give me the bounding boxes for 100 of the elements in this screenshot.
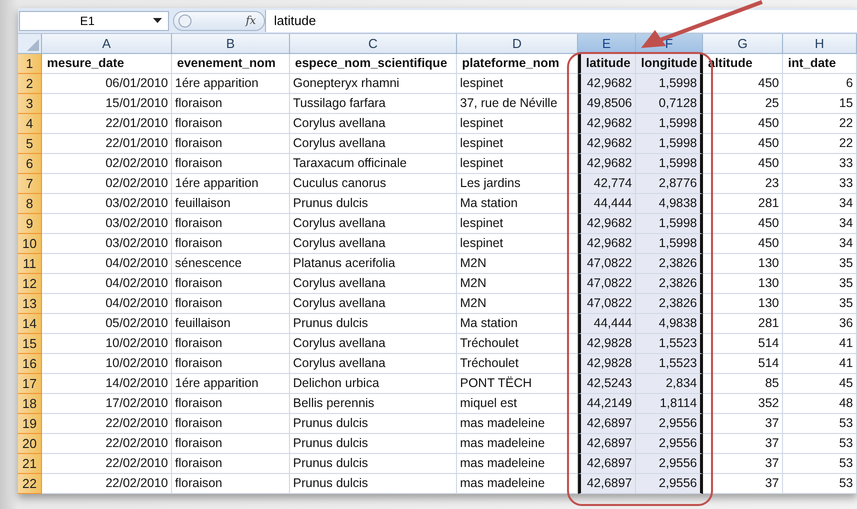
row-header[interactable]: 10 [18,234,42,254]
table-cell: Corylus avellana [290,274,457,294]
formula-field[interactable]: latitude [265,10,857,32]
table-cell: 42,9828 [578,354,636,374]
row-header[interactable]: 3 [18,94,42,114]
table-cell: 02/02/2010 [42,154,172,174]
table-cell: 03/02/2010 [42,214,172,234]
table-cell: 37 [703,434,783,454]
row-header[interactable]: 8 [18,194,42,214]
table-cell: 1ére apparition [172,374,290,394]
table-cell: 2,3826 [636,294,703,314]
table-cell: 22/02/2010 [42,454,172,474]
table-cell: 17/02/2010 [42,394,172,414]
caret-icon[interactable] [153,18,162,23]
table-cell: 450 [703,234,783,254]
table-cell: 2,834 [636,374,703,394]
column-header[interactable]: H [783,34,857,54]
table-cell: 47,0822 [578,254,636,274]
table-cell: 2,9556 [636,454,703,474]
table-cell: 42,6897 [578,474,636,494]
table-cell: 44,444 [578,194,636,214]
insert-function-button[interactable]: fx [246,14,256,27]
table-cell: 1,5523 [636,354,703,374]
row-header[interactable]: 9 [18,214,42,234]
table-cell: 37 [703,414,783,434]
header-cell: int_date [783,54,857,74]
table-cell: 53 [783,474,857,494]
table-cell: 281 [703,194,783,214]
table-cell: 2,3826 [636,254,703,274]
table-cell: 450 [703,214,783,234]
column-header[interactable]: B [172,34,290,54]
column-header[interactable]: A [42,34,172,54]
table-cell: 42,9682 [578,134,636,154]
table-cell: floraison [172,154,290,174]
row-header[interactable]: 2 [18,74,42,94]
table-cell: 22/02/2010 [42,474,172,494]
table-cell: Cuculus canorus [290,174,457,194]
table-cell: 23 [703,174,783,194]
table-cell: Platanus acerifolia [290,254,457,274]
row-header[interactable]: 12 [18,274,42,294]
row-header[interactable]: 6 [18,154,42,174]
row-header[interactable]: 16 [18,354,42,374]
row-header[interactable]: 19 [18,414,42,434]
table-cell: floraison [172,214,290,234]
table-cell: 42,6897 [578,434,636,454]
row-header[interactable]: 22 [18,474,42,494]
table-cell: Corylus avellana [290,214,457,234]
column-header[interactable]: D [457,34,578,54]
column-header[interactable]: G [703,34,783,54]
table-cell: floraison [172,134,290,154]
row-header[interactable]: 11 [18,254,42,274]
table-cell: 0,7128 [636,94,703,114]
table-cell: 42,9828 [578,334,636,354]
table-cell: 33 [783,154,857,174]
table-cell: Corylus avellana [290,234,457,254]
circle-handle-icon[interactable] [178,14,192,28]
select-all-button[interactable] [18,34,42,54]
table-cell: floraison [172,94,290,114]
table-cell: 352 [703,394,783,414]
table-cell: 35 [783,274,857,294]
row-header[interactable]: 21 [18,454,42,474]
table-cell: 1ére apparition [172,174,290,194]
table-cell: floraison [172,414,290,434]
table-cell: floraison [172,394,290,414]
row-header[interactable]: 13 [18,294,42,314]
row-header[interactable]: 7 [18,174,42,194]
row-header[interactable]: 15 [18,334,42,354]
table-cell: 4,9838 [636,194,703,214]
table-cell: Taraxacum officinale [290,154,457,174]
row-header[interactable]: 1 [18,54,42,74]
row-header[interactable]: 5 [18,134,42,154]
table-cell: feuillaison [172,314,290,334]
row-header[interactable]: 17 [18,374,42,394]
table-cell: 42,9682 [578,214,636,234]
table-cell: 15 [783,94,857,114]
column-header[interactable]: C [290,34,457,54]
table-cell: 35 [783,294,857,314]
name-box[interactable]: E1 [19,10,169,30]
row-header[interactable]: 18 [18,394,42,414]
header-cell: evenement_nom [172,54,290,74]
row-header[interactable]: 14 [18,314,42,334]
table-cell: 44,444 [578,314,636,334]
table-cell: 37 [703,454,783,474]
table-cell: 03/02/2010 [42,194,172,214]
row-header[interactable]: 20 [18,434,42,454]
table-cell: 514 [703,354,783,374]
table-cell: floraison [172,434,290,454]
row-header[interactable]: 4 [18,114,42,134]
table-cell: 45 [783,374,857,394]
column-header[interactable]: E [578,34,636,54]
table-cell: 10/02/2010 [42,334,172,354]
table-cell: 04/02/2010 [42,274,172,294]
table-cell: 42,9682 [578,234,636,254]
table-cell: 04/02/2010 [42,254,172,274]
table-cell: Corylus avellana [290,114,457,134]
table-cell: 2,9556 [636,414,703,434]
table-cell: 25 [703,94,783,114]
triangle-icon [27,39,39,51]
table-cell: floraison [172,294,290,314]
table-cell: 37 [703,474,783,494]
